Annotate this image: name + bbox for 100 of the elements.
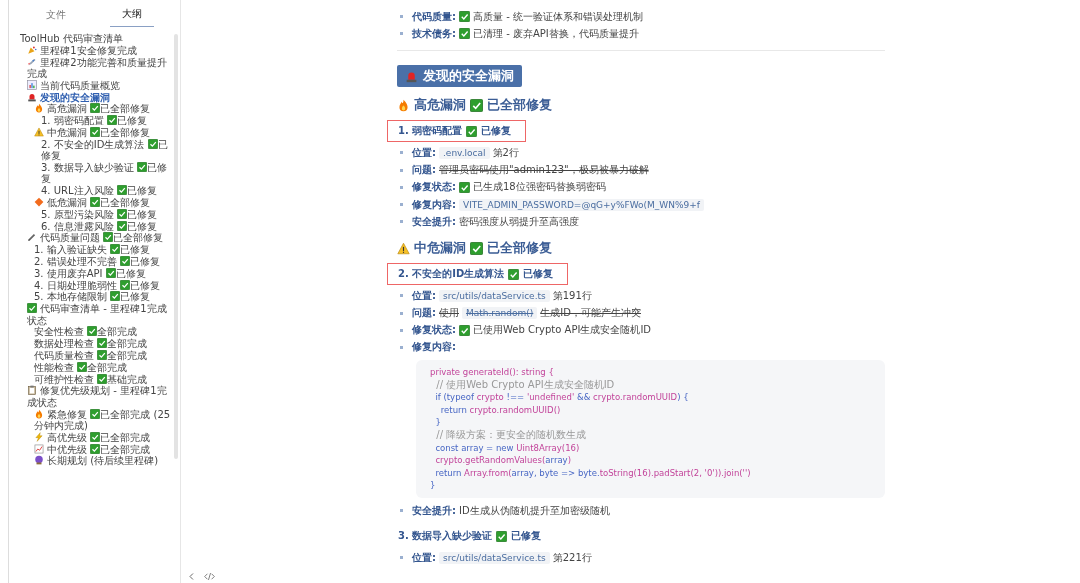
- outline-item[interactable]: 代码质量检查 全部完成: [8, 349, 172, 362]
- field-label: 问题:: [412, 163, 436, 178]
- outline-item[interactable]: 可维护性检查 基础完成: [8, 373, 172, 385]
- checkbox-icon: [459, 181, 470, 193]
- bullet-icon: [400, 151, 403, 155]
- field-value: ID生成从伪随机提升至加密级随机: [459, 503, 610, 518]
- warning-icon: [397, 242, 410, 256]
- field-value: 管理员密码使用"admin123"，极易被暴力破解: [439, 163, 649, 178]
- field-value: 已使用Web Crypto API生成安全随机ID: [473, 323, 652, 338]
- outline-item[interactable]: 5. 本地存储限制 已修复: [8, 291, 172, 303]
- group-heading: 高危漏洞 已全部修复: [397, 87, 885, 115]
- outline-item[interactable]: 3. 使用废弃API 已修复: [8, 267, 172, 280]
- outline-item[interactable]: 4. URL注入风险 已修复: [8, 185, 172, 197]
- checkbox-icon: [459, 324, 470, 336]
- party-popper-icon: [27, 44, 37, 55]
- outline-item[interactable]: 1. 弱密码配置 已修复: [8, 115, 172, 127]
- field-value: 已生成18位强密码替换弱密码: [473, 180, 606, 195]
- code-line: private generateId(): string {: [430, 366, 555, 379]
- field-label: 位置:: [412, 288, 436, 303]
- outline-item[interactable]: 里程碑1安全修复完成: [8, 44, 172, 57]
- field-label: 技术债务:: [412, 26, 456, 41]
- field-value: 密码强度从弱提升至高强度: [459, 214, 579, 229]
- code-icon[interactable]: [204, 572, 215, 581]
- siren-icon: [27, 91, 37, 102]
- bullet-icon: [400, 203, 403, 207]
- outline-item[interactable]: 里程碑2功能完善和质量提升完成: [8, 56, 172, 80]
- outline-item[interactable]: 高危漏洞 已全部修复: [8, 103, 172, 115]
- outline-item[interactable]: 低危漏洞 已全部修复: [8, 197, 172, 209]
- outline-item[interactable]: 中危漏洞 已全部修复: [8, 127, 172, 139]
- group-heading: 中危漏洞 已全部修复: [397, 230, 885, 258]
- siren-icon: [405, 69, 418, 83]
- code-line: }: [430, 479, 437, 492]
- bar-chart-icon: [27, 79, 37, 90]
- code-line: // 使用Web Crypto API生成安全随机ID: [435, 378, 616, 392]
- bullet-icon: [400, 168, 403, 172]
- outline-item[interactable]: 性能检查 全部完成: [8, 361, 172, 374]
- code-line: return crypto.randomUUID(): [439, 403, 562, 417]
- field-label: 位置:: [412, 145, 436, 160]
- bullet-icon: [400, 15, 403, 19]
- lightning-icon: [34, 431, 44, 442]
- field-value: 已清理 - 废弃API替换，代码质量提升: [473, 26, 639, 41]
- sidebar-tab[interactable]: 大纲: [110, 4, 154, 27]
- outline-item[interactable]: 2. 不安全的ID生成算法 已修复: [8, 138, 172, 162]
- field-value: 第2行: [492, 145, 519, 160]
- outline-item[interactable]: 安全性检查 全部完成: [8, 326, 172, 338]
- outline-item[interactable]: 3. 数据导入缺少验证 已修复: [8, 162, 172, 185]
- outline-item[interactable]: 5. 原型污染风险 已修复: [8, 208, 172, 221]
- outline-item[interactable]: 紧急修复 已全部完成 (25分钟内完成): [8, 408, 172, 432]
- trend-chart-icon: [34, 443, 44, 454]
- field-label: 安全提升:: [412, 214, 456, 229]
- bullet-icon: [400, 294, 403, 298]
- issue-heading: 3. 数据导入缺少验证 已修复: [397, 529, 543, 544]
- outline-item[interactable]: 中优先级 已全部完成: [8, 443, 172, 455]
- inline-code: .env.local: [439, 146, 490, 159]
- bullet-icon: [400, 311, 403, 315]
- outline-item[interactable]: 数据处理检查 全部完成: [8, 338, 172, 350]
- outline-item[interactable]: 长期规划 (待后续里程碑): [8, 455, 172, 467]
- outline-item[interactable]: 当前代码质量概览: [8, 79, 172, 92]
- bullet-icon: [400, 509, 403, 513]
- checkbox-icon: [459, 11, 470, 23]
- inline-code: src/utils/dataService.ts: [439, 551, 550, 564]
- field-label: 安全提升:: [412, 503, 456, 518]
- flame-icon: [34, 408, 44, 419]
- flame-icon: [34, 103, 44, 114]
- outline-item[interactable]: 修复优先级规划 - 里程碑1完成状态: [8, 385, 172, 409]
- code-line: return Array.from(array, byte => byte.toString(16).padStart(2, '0')).join(''): [434, 466, 752, 480]
- bullet-icon: [400, 185, 403, 189]
- bullet-icon: [400, 556, 403, 560]
- bullet-icon: [400, 32, 403, 36]
- outline-item[interactable]: 6. 信息泄露风险 已修复: [8, 220, 172, 232]
- field-label: 问题:: [412, 306, 436, 321]
- crystal-ball-icon: [34, 455, 44, 466]
- code-line: }: [434, 416, 442, 430]
- field-label: 位置:: [412, 550, 436, 565]
- outline-item[interactable]: ToolHub 代码审查清单: [8, 33, 172, 45]
- code-line: crypto.getRandomValues(array): [434, 454, 572, 467]
- outline-item[interactable]: 4. 日期处理脆弱性 已修复: [8, 279, 172, 291]
- diamond-icon: [34, 197, 44, 207]
- flame-icon: [397, 99, 410, 113]
- field-value: 第221行: [552, 550, 592, 565]
- field-label: 修复内容:: [412, 197, 456, 212]
- outline-item[interactable]: 代码审查清单 - 里程碑1完成状态: [8, 303, 172, 326]
- outline-item[interactable]: 代码质量问题 已全部修复: [8, 232, 172, 244]
- field-value: 高质量 - 统一验证体系和错误处理机制: [473, 9, 643, 24]
- outline-item[interactable]: 2. 错误处理不完善 已修复: [8, 255, 172, 268]
- code-line: if (typeof crypto !== 'undefined' && crypto.randomUUID) {: [434, 391, 690, 404]
- checkbox-icon: [27, 303, 37, 314]
- inline-code: Math.random(): [462, 307, 538, 320]
- sidebar-tab[interactable]: 文件: [34, 4, 78, 27]
- code-line: // 降级方案：更安全的随机数生成: [435, 429, 588, 442]
- outline-item[interactable]: 发现的安全漏洞: [8, 91, 172, 103]
- field-label: 修复状态:: [412, 323, 456, 338]
- code-line: const array = new Uint8Array(16): [434, 441, 581, 455]
- pencil-icon: [27, 232, 37, 243]
- outline-item[interactable]: 高优先级 已全部完成: [8, 431, 172, 444]
- chevron-left-icon[interactable]: [187, 572, 196, 581]
- bullet-icon: [400, 345, 403, 349]
- inline-code: src/utils/dataService.ts: [439, 289, 550, 302]
- outline-item[interactable]: 1. 输入验证缺失 已修复: [8, 244, 172, 256]
- field-label: 修复状态:: [412, 180, 456, 195]
